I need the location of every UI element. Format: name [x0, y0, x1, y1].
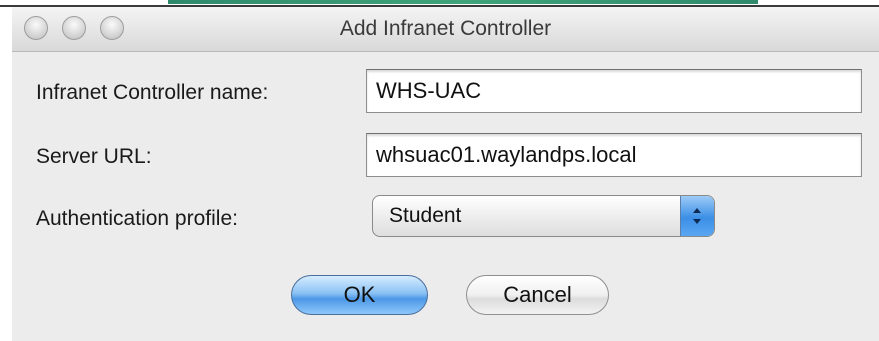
server-url-label: Server URL:: [36, 145, 152, 168]
auth-profile-value: Student: [389, 204, 462, 227]
controller-name-input[interactable]: [366, 69, 862, 113]
window-title: Add Infranet Controller: [339, 17, 552, 40]
cancel-button[interactable]: Cancel: [466, 275, 609, 315]
ok-button[interactable]: OK: [291, 275, 428, 315]
title-bar[interactable]: Add Infranet Controller: [12, 7, 879, 52]
server-url-input[interactable]: [366, 133, 862, 177]
auth-profile-select[interactable]: Student: [372, 195, 715, 237]
add-controller-dialog: Add Infranet Controller Infranet Control…: [12, 7, 879, 341]
background-window-strip: [168, 0, 758, 4]
auth-profile-label: Authentication profile:: [36, 207, 238, 230]
controller-name-label: Infranet Controller name:: [36, 81, 269, 104]
select-arrows-icon: [680, 196, 714, 236]
